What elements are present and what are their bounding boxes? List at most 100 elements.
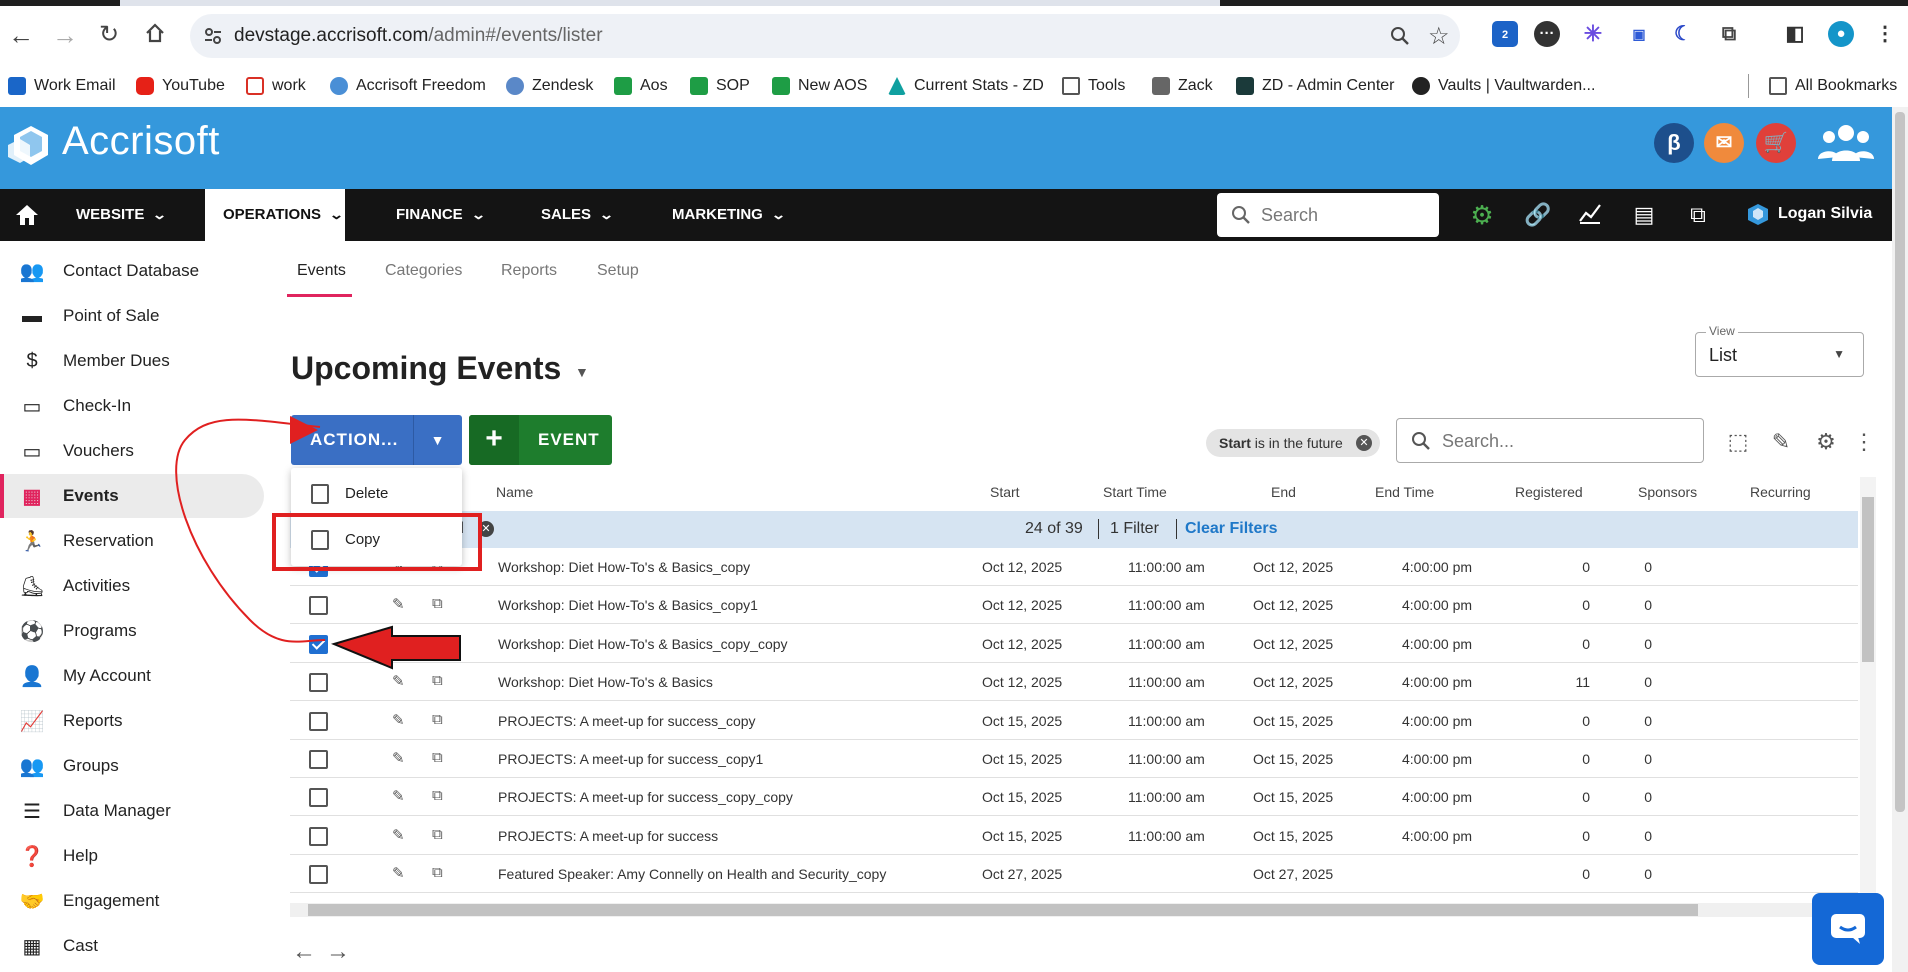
open-external-icon[interactable]: ⧉ [432, 711, 443, 728]
edit-pencil-icon[interactable]: ✎ [392, 595, 405, 613]
home-icon[interactable] [138, 18, 172, 52]
sidebar-item-groups[interactable]: 👥 Groups [0, 744, 264, 788]
home-nav-icon[interactable] [14, 202, 40, 233]
bookmark-work-email[interactable]: Work Email [8, 74, 116, 98]
tab-setup[interactable]: Setup [597, 262, 639, 280]
edit-pencil-icon[interactable]: ✎ [392, 749, 405, 767]
bookmark-accrisoft-freedom[interactable]: Accrisoft Freedom [330, 74, 486, 98]
row-checkbox[interactable] [309, 826, 328, 846]
settings-gear-icon[interactable]: ⚙ [1468, 201, 1496, 229]
edit-pencil-icon[interactable]: ✎ [392, 711, 405, 729]
beta-icon[interactable]: β [1654, 123, 1694, 163]
table-row[interactable]: ✎⧉Workshop: Diet How-To's & Basics_copyO… [290, 548, 1858, 586]
mail-off-icon[interactable]: ✉ [1704, 123, 1744, 163]
sidebar-item-engagement[interactable]: 🤝 Engagement [0, 879, 264, 923]
table-row[interactable]: ✎ ⧉ Featured Speaker: Amy Connelly on Heal… [290, 855, 1858, 894]
bulk-edit-icon[interactable]: ✎ [1767, 428, 1795, 456]
bookmark-zack[interactable]: Zack [1152, 74, 1213, 98]
title-dropdown-caret-icon[interactable]: ▼ [575, 364, 589, 380]
extensions-puzzle-icon[interactable]: ⧉ [1716, 21, 1742, 47]
remove-filter-icon[interactable]: ✕ [1356, 435, 1372, 451]
nav-finance[interactable]: FINANCE ⌄ [396, 189, 486, 241]
column-header-name[interactable]: Name [496, 484, 533, 500]
newspaper-icon[interactable]: ▤ [1630, 201, 1658, 229]
analytics-chart-icon[interactable] [1576, 201, 1604, 229]
row-checkbox[interactable] [309, 711, 328, 731]
cell-name[interactable]: Workshop: Diet How-To's & Basics [498, 674, 713, 690]
column-header-start[interactable]: Start [990, 484, 1020, 500]
column-header-end-time[interactable]: End Time [1375, 484, 1434, 500]
address-bar[interactable]: devstage.accrisoft.com/admin#/events/lis… [190, 14, 1460, 58]
edit-pencil-icon[interactable]: ✎ [392, 634, 405, 652]
bookmark-youtube[interactable]: YouTube [136, 74, 225, 98]
sidebar-item-member-dues[interactable]: $ Member Dues [0, 339, 264, 383]
cell-name[interactable]: Featured Speaker: Amy Connelly on Health… [498, 866, 886, 882]
sidebar-item-data-manager[interactable]: ☰ Data Manager [0, 789, 264, 833]
bookmark-sop[interactable]: SOP [690, 74, 750, 98]
column-header-recurring[interactable]: Recurring [1750, 484, 1811, 500]
column-header-sponsors[interactable]: Sponsors [1638, 484, 1697, 500]
forward-icon[interactable]: → [48, 18, 82, 52]
site-settings-icon[interactable] [204, 27, 222, 45]
edit-pencil-icon[interactable]: ✎ [392, 787, 405, 805]
app-logo-text[interactable]: Accrisoft [62, 119, 220, 164]
reload-icon[interactable]: ↻ [92, 18, 126, 52]
cell-name[interactable]: PROJECTS: A meet-up for success [498, 828, 718, 844]
cart-off-icon[interactable]: 🛒 [1756, 123, 1796, 163]
action-dropdown-toggle[interactable]: ▼ [413, 415, 462, 465]
edit-pencil-icon[interactable]: ✎ [392, 864, 405, 882]
column-header-start-time[interactable]: Start Time [1103, 484, 1167, 500]
column-header-end[interactable]: End [1271, 484, 1296, 500]
sidebar-item-programs[interactable]: ⚽ Programs [0, 609, 264, 653]
view-select[interactable]: View List ▼ [1695, 324, 1864, 377]
sidebar-item-reports[interactable]: 📈 Reports [0, 699, 264, 743]
row-checkbox[interactable] [309, 788, 328, 808]
prev-page-icon[interactable]: ← [292, 938, 316, 966]
extension-asterisk-icon[interactable]: ✳ [1580, 21, 1606, 47]
nav-marketing[interactable]: MARKETING ⌄ [672, 189, 786, 241]
select-box-icon[interactable]: ⬚ [1724, 428, 1752, 456]
sidebar-item-check-in[interactable]: ▭ Check-In [0, 384, 264, 428]
extension-moon-icon[interactable]: ☾ [1670, 21, 1696, 47]
page-scrollbar[interactable] [1892, 107, 1908, 972]
table-row[interactable]: ✎ ⧉ PROJECTS: A meet-up for success Oct 15,… [290, 817, 1858, 855]
sidebar-item-events[interactable]: ▦ Events [0, 474, 264, 518]
table-row[interactable]: ✎ ⧉ Workshop: Diet How-To's & Basics Oct 12… [290, 663, 1858, 702]
edit-pencil-icon[interactable]: ✎ [392, 826, 405, 844]
row-checkbox[interactable] [309, 596, 328, 616]
cell-name[interactable]: Workshop: Diet How-To's & Basics_copy [498, 559, 750, 575]
action-button[interactable]: ACTION... ▼ [291, 415, 462, 465]
user-avatar-icon[interactable] [1744, 203, 1772, 227]
cell-name[interactable]: PROJECTS: A meet-up for success_copy [498, 713, 756, 729]
link-icon[interactable]: 🔗 [1524, 201, 1552, 229]
edit-pencil-icon[interactable]: ✎ [392, 672, 405, 690]
sidebar-item-help[interactable]: ❓ Help [0, 834, 264, 878]
next-page-icon[interactable]: → [326, 938, 350, 966]
sidebar-item-reservation[interactable]: 🏃 Reservation [0, 519, 264, 563]
browser-menu-icon[interactable]: ⋮ [1872, 21, 1898, 47]
sidebar-item-my-account[interactable]: 👤 My Account [0, 654, 264, 698]
more-options-icon[interactable]: ⋮ [1852, 428, 1876, 456]
table-row[interactable]: ✎ ⧉ PROJECTS: A meet-up for success_copy1 O… [290, 740, 1858, 778]
bookmark-vaultwarden[interactable]: Vaults | Vaultwarden... [1412, 74, 1595, 98]
extension-chat-icon[interactable]: ··· [1534, 21, 1560, 47]
page-title[interactable]: Upcoming Events [291, 350, 561, 387]
cell-name[interactable]: PROJECTS: A meet-up for success_copy1 [498, 751, 763, 767]
bookmark-aos[interactable]: Aos [614, 74, 668, 98]
row-checkbox[interactable] [309, 634, 328, 654]
clear-filters-link[interactable]: Clear Filters [1185, 520, 1277, 538]
open-external-icon[interactable]: ⧉ [432, 749, 443, 766]
bookmark-zd-admin[interactable]: ZD - Admin Center [1236, 74, 1394, 98]
open-external-icon[interactable]: ⧉ [432, 595, 443, 612]
tab-events[interactable]: Events [297, 262, 346, 280]
bookmark-new-aos[interactable]: New AOS [772, 74, 867, 98]
open-external-icon[interactable]: ⧉ [432, 864, 443, 881]
tab-reports[interactable]: Reports [501, 262, 557, 280]
bookmark-zendesk[interactable]: Zendesk [506, 74, 593, 98]
nav-sales[interactable]: SALES ⌄ [541, 189, 614, 241]
open-external-icon[interactable]: ⧉ [432, 826, 443, 843]
add-event-button[interactable]: + EVENT [469, 415, 612, 465]
sidebar-item-vouchers[interactable]: ▭ Vouchers [0, 429, 264, 473]
global-search-input[interactable]: Search [1217, 193, 1439, 237]
open-external-icon[interactable]: ⧉ [1684, 201, 1712, 229]
